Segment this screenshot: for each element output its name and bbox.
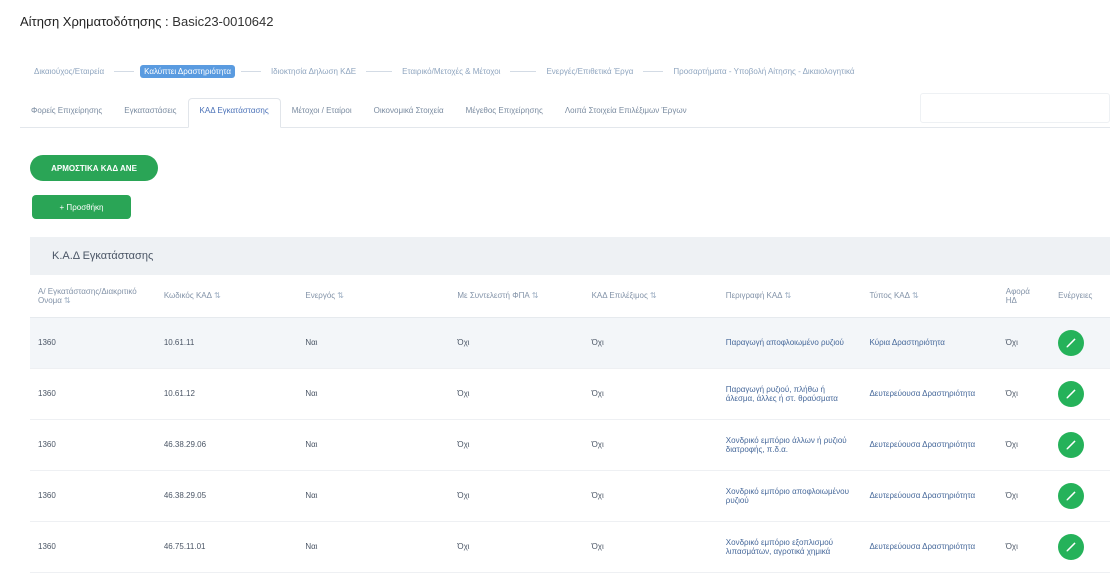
- step-connector: [240, 70, 261, 72]
- kad-table: Α/ Εγκατάστασης/Διακριτικό Ονομα ⇅ Κωδικό…: [30, 275, 1110, 573]
- tab-filter-box[interactable]: [920, 93, 1110, 123]
- step-label: Ενεργές/Επιθετικά Έργα: [546, 66, 634, 76]
- step-label: Ιδιοκτησία Δηλωση ΚΔΕ: [270, 66, 357, 76]
- step-label: Εταιρικό/Μετοχές & Μέτοχοι: [402, 66, 501, 76]
- step-label: Δικαιούχος/Εταιρεία: [34, 66, 105, 76]
- tab-business-size[interactable]: Μέγεθος Επιχείρησης: [455, 97, 554, 127]
- table-header-row: Α/ Εγκατάστασης/Διακριτικό Ονομα ⇅ Κωδικό…: [30, 275, 1110, 318]
- kad-panel: Κ.Α.Δ Εγκατάστασης Α/ Εγκατάστασης/Διακρ…: [30, 237, 1110, 573]
- col-header[interactable]: Με Συντελεστή ΦΠΑ ⇅: [449, 275, 584, 318]
- col-header: Αφορά ΗΔ: [997, 275, 1051, 318]
- sort-icon: ⇅: [213, 291, 221, 301]
- pencil-icon: [1066, 490, 1076, 500]
- sort-icon: ⇅: [649, 291, 657, 301]
- tab-bar: Φορείς Επιχείρησης Εγκαταστάσεις ΚΑΔ Εγκ…: [20, 88, 1110, 128]
- step-6[interactable]: Προσαρτήματα - Υποβολή Αίτησης - Δικαιολ…: [669, 65, 858, 78]
- table-row: 1360 46.38.29.05 Ναι Όχι Όχι Χονδρικό εμ…: [30, 470, 1110, 522]
- table-row: 1360 10.61.11 Ναι Όχι Όχι Παραγωγή αποφλ…: [30, 317, 1110, 369]
- step-4[interactable]: Εταιρικό/Μετοχές & Μέτοχοι: [398, 65, 542, 78]
- step-2[interactable]: Καλύπτει Δραστηριότητα: [140, 64, 267, 78]
- tab-financial-data[interactable]: Οικονομικά Στοιχεία: [363, 97, 455, 127]
- tab-other-eligible[interactable]: Λοιπά Στοιχεία Επιλέξιμων Έργων: [554, 97, 698, 127]
- pencil-icon: [1066, 541, 1076, 551]
- col-header[interactable]: Α/ Εγκατάστασης/Διακριτικό Ονομα ⇅: [30, 275, 156, 318]
- col-header: Ενέργειες: [1050, 275, 1110, 318]
- step-label: Καλύπτει Δραστηριότητα: [140, 64, 235, 78]
- step-connector: [114, 70, 135, 72]
- step-3[interactable]: Ιδιοκτησία Δηλωση ΚΔΕ: [267, 65, 398, 78]
- tab-business-bodies[interactable]: Φορείς Επιχείρησης: [20, 97, 113, 127]
- sort-icon: ⇅: [911, 291, 919, 301]
- edit-button[interactable]: [1058, 380, 1085, 407]
- step-connector: [510, 70, 537, 72]
- step-1[interactable]: Δικαιούχος/Εταιρεία: [30, 65, 140, 78]
- col-header[interactable]: Ενεργός ⇅: [297, 275, 450, 318]
- step-connector: [643, 70, 664, 72]
- edit-button[interactable]: [1058, 431, 1085, 458]
- add-button[interactable]: + Προσθήκη: [32, 195, 131, 219]
- progress-stepper: Δικαιούχος/Εταιρεία Καλύπτει Δραστηριότη…: [30, 62, 1110, 80]
- step-label: Προσαρτήματα - Υποβολή Αίτησης - Δικαιολ…: [673, 66, 855, 76]
- pencil-icon: [1066, 439, 1076, 449]
- edit-button[interactable]: [1058, 533, 1085, 560]
- step-5[interactable]: Ενεργές/Επιθετικά Έργα: [542, 65, 669, 78]
- col-header[interactable]: Περιγραφή ΚΑΔ ⇅: [717, 275, 862, 318]
- table-row: 1360 46.75.11.01 Ναι Όχι Όχι Χονδρικό εμ…: [30, 521, 1110, 573]
- step-connector: [366, 70, 393, 72]
- apply-kad-button[interactable]: ΑΡΜΟΣΤΙΚΑ ΚΑΔ ΑΝΕ: [30, 155, 158, 181]
- pencil-icon: [1066, 337, 1076, 347]
- panel-title: Κ.Α.Δ Εγκατάστασης: [30, 237, 1110, 275]
- page-title-label: Αίτηση Χρηματοδότησης :: [20, 14, 169, 29]
- sort-icon: ⇅: [337, 291, 344, 301]
- tab-shareholders[interactable]: Μέτοχοι / Εταίροι: [281, 97, 363, 127]
- tab-installations[interactable]: Εγκαταστάσεις: [113, 97, 187, 127]
- edit-button[interactable]: [1058, 329, 1085, 356]
- edit-button[interactable]: [1058, 482, 1085, 509]
- sort-icon: ⇅: [784, 291, 792, 301]
- table-row: 1360 10.61.12 Ναι Όχι Όχι Παραγωγή ρυζιο…: [30, 368, 1110, 420]
- col-header[interactable]: ΚΑΔ Επιλέξιμος ⇅: [583, 275, 718, 318]
- page-title: Αίτηση Χρηματοδότησης : Basic23-0010642: [20, 14, 274, 29]
- table-row: 1360 46.38.29.06 Ναι Όχι Όχι Χονδρικό εμ…: [30, 419, 1110, 471]
- pencil-icon: [1066, 388, 1076, 398]
- col-header[interactable]: Τύπος ΚΑΔ ⇅: [861, 275, 998, 318]
- col-header[interactable]: Κωδικός ΚΑΔ ⇅: [155, 275, 298, 318]
- application-number: Basic23-0010642: [172, 14, 274, 29]
- sort-icon: ⇅: [63, 295, 71, 305]
- sort-icon: ⇅: [531, 291, 539, 301]
- tab-kad-installation[interactable]: ΚΑΔ Εγκατάστασης: [187, 98, 281, 128]
